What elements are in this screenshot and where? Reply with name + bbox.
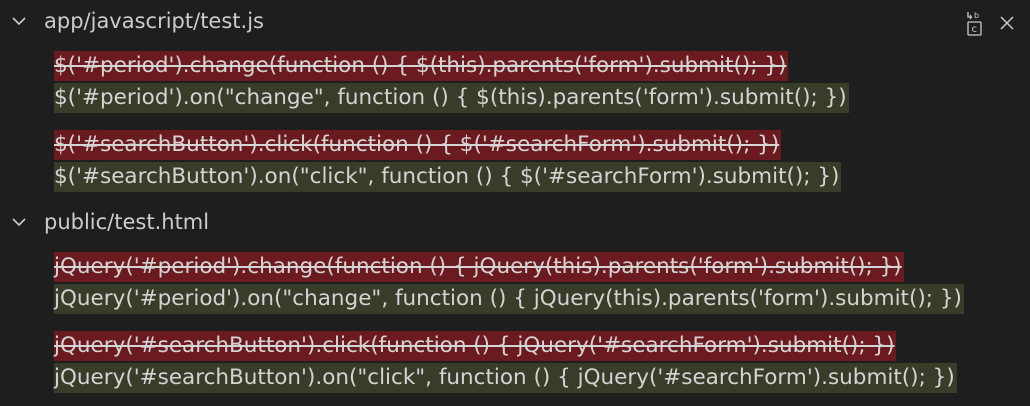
- removed-line[interactable]: jQuery('#searchButton').click(function (…: [54, 331, 897, 361]
- removed-line[interactable]: $('#searchButton').click(function () { $…: [54, 130, 782, 160]
- file-header-test-js[interactable]: app/javascript/test.js: [0, 3, 960, 39]
- chevron-down-icon[interactable]: [8, 211, 30, 233]
- added-line[interactable]: jQuery('#period').on("change", function …: [54, 284, 964, 314]
- file-name: app/javascript/test.js: [44, 9, 264, 33]
- replace-all-icon[interactable]: b c: [962, 8, 988, 38]
- change-group: $('#period').change(function () { $(this…: [54, 51, 849, 113]
- added-line[interactable]: $('#searchButton').on("click", function …: [54, 162, 842, 192]
- file-header-test-html[interactable]: public/test.html: [0, 204, 960, 240]
- added-line[interactable]: $('#period').on("change", function () { …: [54, 83, 849, 113]
- file-name: public/test.html: [44, 210, 210, 234]
- chevron-down-icon[interactable]: [8, 10, 30, 32]
- added-line[interactable]: jQuery('#searchButton').on("click", func…: [54, 363, 957, 393]
- svg-text:c: c: [972, 24, 978, 35]
- svg-text:b: b: [974, 11, 979, 20]
- change-group: jQuery('#period').change(function () { j…: [54, 252, 964, 314]
- close-icon[interactable]: [994, 8, 1020, 38]
- removed-line[interactable]: jQuery('#period').change(function () { j…: [54, 252, 904, 282]
- diff-preview-panel: app/javascript/test.js b c $('#period').…: [0, 0, 1030, 406]
- removed-line[interactable]: $('#period').change(function () { $(this…: [54, 51, 789, 81]
- change-group: $('#searchButton').click(function () { $…: [54, 130, 842, 192]
- change-group: jQuery('#searchButton').click(function (…: [54, 331, 957, 393]
